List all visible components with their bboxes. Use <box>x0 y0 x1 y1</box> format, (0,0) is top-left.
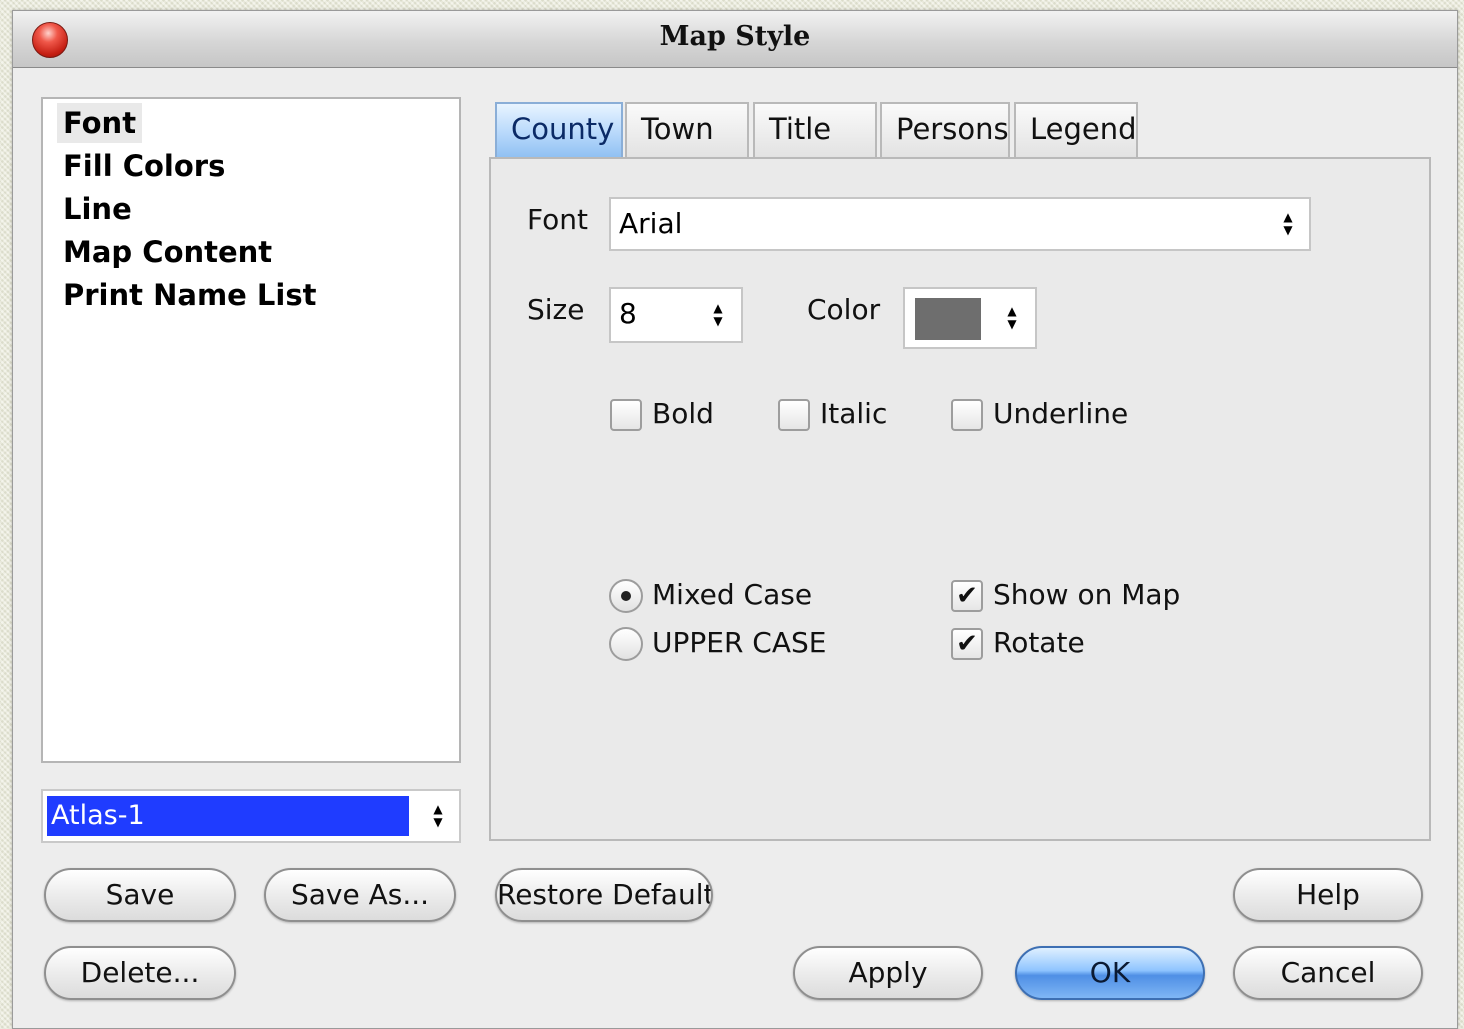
updown-arrows-icon: ▲ ▼ <box>433 802 443 829</box>
list-item-map-content[interactable]: Map Content <box>57 232 278 272</box>
title-bar[interactable]: Map Style <box>13 11 1457 68</box>
color-picker[interactable]: ▲ ▼ <box>903 287 1037 349</box>
upper-case-label: UPPER CASE <box>652 626 827 659</box>
list-item-font[interactable]: Font <box>57 103 143 143</box>
delete-button[interactable]: Delete... <box>44 946 236 1000</box>
size-label: Size <box>527 293 585 326</box>
upper-case-radio[interactable] <box>609 627 643 661</box>
underline-checkbox[interactable] <box>951 399 983 431</box>
italic-label: Italic <box>820 397 888 430</box>
rotate-checkbox[interactable]: ✔ <box>951 628 983 660</box>
size-stepper[interactable]: 8 ▲ ▼ <box>609 287 743 343</box>
ok-button[interactable]: OK <box>1015 946 1205 1000</box>
bold-label: Bold <box>652 397 714 430</box>
font-select-value: Arial <box>619 207 683 240</box>
apply-button[interactable]: Apply <box>793 946 983 1000</box>
style-category-list[interactable]: Font Fill Colors Line Map Content Print … <box>41 97 461 763</box>
map-style-dialog: Map Style Font Fill Colors Line Map Cont… <box>12 10 1458 1029</box>
list-item-print-name-list[interactable]: Print Name List <box>57 275 322 315</box>
help-button[interactable]: Help <box>1233 868 1423 922</box>
mixed-case-label: Mixed Case <box>652 578 813 611</box>
updown-arrows-icon: ▲ ▼ <box>1283 210 1293 237</box>
updown-arrows-icon: ▲ ▼ <box>1007 304 1017 331</box>
tab-legend[interactable]: Legend <box>1014 102 1138 158</box>
county-font-panel: Font Arial ▲ ▼ Size 8 ▲ ▼ Color ▲ ▼ Bold It… <box>489 157 1431 841</box>
updown-arrows-icon: ▲ ▼ <box>713 301 723 328</box>
color-label: Color <box>807 293 881 326</box>
save-button[interactable]: Save <box>44 868 236 922</box>
tab-town[interactable]: Town <box>625 102 749 158</box>
cancel-button[interactable]: Cancel <box>1233 946 1423 1000</box>
window-title: Map Style <box>659 21 811 52</box>
size-stepper-value: 8 <box>619 297 637 330</box>
italic-checkbox[interactable] <box>778 399 810 431</box>
atlas-select[interactable]: Atlas-1 ▲ ▼ <box>41 789 461 843</box>
mixed-case-radio[interactable] <box>609 579 643 613</box>
restore-defaults-button[interactable]: Restore Defaults <box>495 868 713 922</box>
tab-county[interactable]: County <box>495 102 623 158</box>
rotate-label: Rotate <box>993 626 1085 659</box>
show-on-map-checkbox[interactable]: ✔ <box>951 580 983 612</box>
underline-label: Underline <box>993 397 1129 430</box>
save-as-button[interactable]: Save As... <box>264 868 456 922</box>
tab-persons[interactable]: Persons <box>880 102 1010 158</box>
color-swatch <box>915 298 981 340</box>
font-label: Font <box>527 203 588 236</box>
atlas-select-value: Atlas-1 <box>47 796 409 836</box>
list-item-line[interactable]: Line <box>57 189 138 229</box>
font-select[interactable]: Arial ▲ ▼ <box>609 197 1311 251</box>
bold-checkbox[interactable] <box>610 399 642 431</box>
list-item-fill-colors[interactable]: Fill Colors <box>57 146 231 186</box>
tab-title[interactable]: Title <box>753 102 877 158</box>
radio-selected-dot <box>621 591 631 601</box>
show-on-map-label: Show on Map <box>993 578 1181 611</box>
